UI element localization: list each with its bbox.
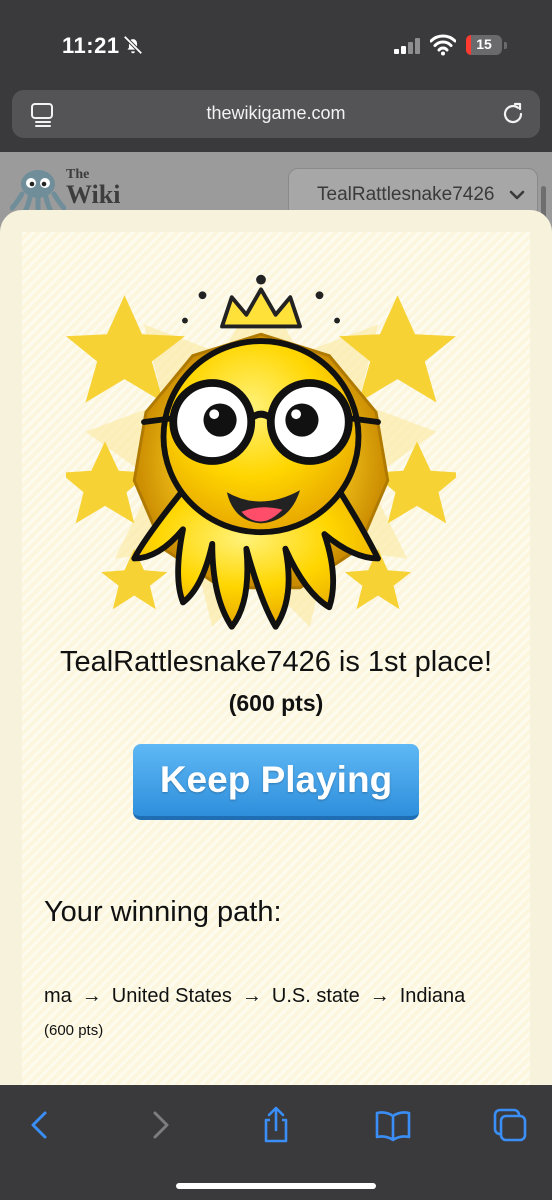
winner-modal: TealRattlesnake7426 is 1st place! (600 p… bbox=[0, 210, 552, 1085]
signal-icon bbox=[394, 38, 420, 54]
path-step[interactable]: United States bbox=[112, 985, 232, 1007]
bell-slash-icon bbox=[123, 35, 143, 55]
bookmarks-icon[interactable] bbox=[373, 1105, 413, 1145]
url-text[interactable]: thewikigame.com bbox=[12, 103, 540, 124]
forward-icon[interactable] bbox=[140, 1105, 180, 1145]
home-indicator bbox=[176, 1183, 376, 1189]
tabs-icon[interactable] bbox=[490, 1105, 530, 1145]
chevron-down-icon bbox=[509, 190, 525, 200]
address-bar[interactable]: thewikigame.com bbox=[12, 90, 540, 138]
status-time: 11:21 bbox=[62, 33, 120, 58]
logo-wiki: Wiki bbox=[66, 180, 121, 209]
logo-text: The Wiki bbox=[66, 168, 120, 208]
battery-indicator: 15 bbox=[466, 35, 502, 55]
share-icon[interactable] bbox=[256, 1105, 296, 1145]
mascot-image bbox=[66, 274, 456, 630]
path-step[interactable]: U.S. state bbox=[272, 985, 360, 1007]
path-arrow: → bbox=[81, 985, 102, 1007]
winner-points: (600 pts) bbox=[228, 690, 324, 716]
reload-icon[interactable] bbox=[500, 101, 526, 127]
status-bar: 11:21 15 bbox=[0, 0, 552, 88]
path-arrow: → bbox=[241, 985, 262, 1007]
path-step[interactable]: Indiana bbox=[400, 985, 466, 1007]
winner-message: TealRattlesnake7426 is 1st place! bbox=[59, 646, 493, 678]
winning-path-heading: Your winning path: bbox=[44, 896, 282, 928]
back-icon[interactable] bbox=[20, 1105, 60, 1145]
wifi-icon bbox=[430, 34, 456, 56]
user-name: TealRattlesnake7426 bbox=[317, 184, 495, 205]
battery-nub bbox=[504, 42, 507, 49]
battery-level: 15 bbox=[476, 36, 492, 52]
path-arrow: → bbox=[369, 985, 390, 1007]
logo-octopus-icon bbox=[10, 170, 66, 216]
winning-path: ma → United States → U.S. state → Indiana bbox=[44, 985, 465, 1008]
path-step[interactable]: ma bbox=[44, 985, 72, 1007]
path-points: (600 pts) bbox=[44, 1022, 104, 1039]
keep-playing-button[interactable]: Keep Playing bbox=[133, 744, 419, 820]
